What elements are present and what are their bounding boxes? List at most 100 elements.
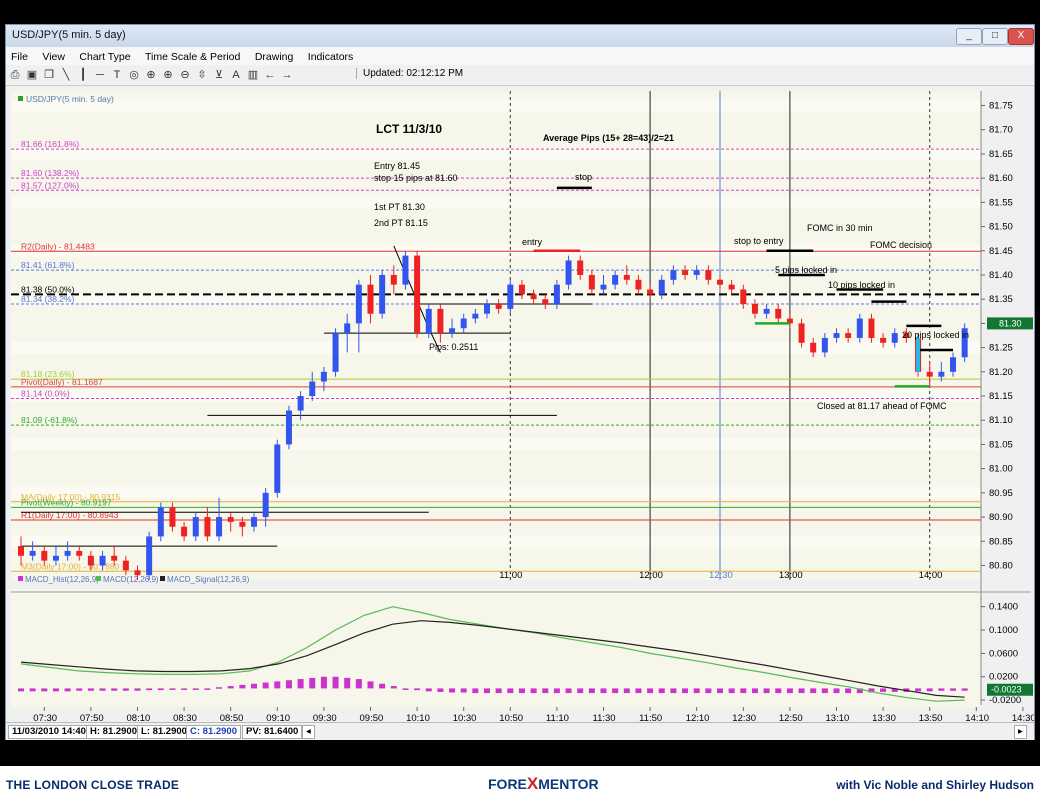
candle-body	[810, 342, 817, 353]
macd-hist-bar	[577, 688, 584, 694]
price-band	[11, 147, 981, 160]
macd-hist-bar	[367, 681, 374, 689]
macd-hist-bar	[600, 688, 607, 694]
macd-hist-bar	[658, 688, 665, 694]
macd-hist-bar	[518, 688, 525, 694]
time-label: 10:10	[406, 713, 430, 722]
candle-body	[717, 279, 723, 285]
macd-legend-swatch	[160, 576, 165, 581]
candle-body	[87, 555, 94, 566]
candle-body	[227, 517, 234, 522]
candle-body	[868, 318, 875, 338]
time-label: 08:50	[220, 713, 244, 722]
macd-hist-bar	[204, 688, 211, 690]
price-band	[11, 196, 981, 209]
average-pips: Average Pips (15+ 28=43)/2=21	[543, 133, 674, 143]
macd-hist-bar	[786, 688, 793, 694]
price-tick-label: 81.50	[989, 222, 1013, 233]
forexmentor-logo: FOREXMENTOR	[488, 774, 599, 794]
macd-hist-bar	[239, 684, 246, 689]
time-label: 11:30	[593, 713, 616, 722]
time-label: 07:30	[33, 713, 57, 722]
macd-hist-bar	[740, 688, 747, 694]
candle-body	[274, 444, 281, 493]
footer-title: THE LONDON CLOSE TRADE	[6, 778, 180, 792]
status-bar: 11/03/2010 14:40:00 H: 81.2900 L: 81.290…	[6, 722, 1034, 740]
candle-body	[775, 308, 782, 319]
logo-part-b: MENTOR	[538, 776, 599, 792]
macd-hist-bar	[798, 688, 805, 694]
candle-body	[600, 284, 607, 290]
macd-hist-bar	[285, 680, 292, 689]
candle-body	[76, 550, 83, 556]
candle-body	[157, 507, 164, 537]
price-tick-label: 81.60	[989, 173, 1013, 184]
fomc-30-label: FOMC in 30 min	[807, 223, 873, 233]
candle-body	[41, 550, 48, 561]
chart-area[interactable]: 81.75 81.70 81.65 81.60 81.55 81.50 81.45 81.40…	[6, 25, 1034, 722]
scroll-left-icon[interactable]: ◂	[302, 725, 315, 739]
candle-body	[740, 289, 747, 305]
candle-body	[588, 274, 595, 290]
macd-hist-bar	[530, 688, 537, 694]
macd-hist-bar	[717, 688, 723, 694]
time-label: 08:10	[127, 713, 151, 722]
candle-body	[285, 410, 292, 445]
current-macd-label: -0.0023	[991, 685, 1022, 695]
macd-hist-bar	[332, 676, 339, 689]
entry-label: entry	[522, 237, 543, 247]
macd-legend-swatch	[96, 576, 101, 581]
price-band	[11, 341, 981, 354]
candle-body	[111, 555, 118, 561]
candle-body	[542, 299, 549, 305]
macd-hist-bar	[484, 688, 490, 694]
price-tick-label: 81.45	[989, 246, 1013, 257]
candle-body	[239, 521, 246, 527]
macd-hist-bar	[344, 677, 351, 689]
scroll-right-icon[interactable]: ▸	[1014, 725, 1027, 739]
candle-body	[332, 333, 339, 372]
status-high: H: 81.2900	[86, 725, 142, 739]
candle-body	[880, 337, 887, 343]
candle-body	[344, 323, 351, 334]
stop-label: stop	[575, 172, 592, 182]
candle-body	[821, 337, 828, 353]
chart-window: USD/JPY(5 min. 5 day) _ □ X File View Ch…	[5, 24, 1035, 740]
price-band	[11, 486, 981, 499]
macd-hist-bar	[507, 688, 514, 694]
macd-hist-bar	[64, 688, 71, 692]
time-label: 09:50	[360, 713, 384, 722]
macd-hist-bar	[938, 688, 945, 691]
legend-main: USD/JPY(5 min. 5 day)	[26, 94, 114, 104]
time-label: 13:30	[872, 713, 896, 722]
candle-body	[530, 294, 537, 300]
price-tick-label: 80.90	[989, 512, 1013, 523]
level-label-fib382: 81.34 (38.2%)	[21, 294, 75, 304]
macd-hist-bar	[565, 688, 572, 694]
candle-body	[623, 274, 630, 280]
stop-note: stop 15 pips at 81.60	[374, 173, 458, 183]
time-label: 07:50	[80, 713, 104, 722]
candle-body	[204, 517, 211, 537]
candle-body	[612, 274, 619, 285]
candle-body	[169, 507, 176, 527]
macd-hist-bar	[355, 679, 362, 689]
macd-hist-bar	[437, 688, 444, 692]
macd-hist-bar	[588, 688, 595, 694]
pips-5-label: 5 pips locked in	[775, 265, 837, 275]
macd-legend-swatch	[18, 576, 23, 581]
time-label: 12:50	[779, 713, 803, 722]
price-band	[11, 99, 981, 112]
price-band	[11, 535, 981, 548]
time-label: 13:50	[919, 713, 943, 722]
time-label: 13:10	[826, 713, 850, 722]
price-tick-label: 81.65	[989, 149, 1013, 160]
level-label-fib1618: 81.66 (161.8%)	[21, 139, 79, 149]
macd-hist-bar	[192, 688, 199, 690]
macd-hist-bar	[181, 688, 188, 690]
candle-body	[216, 517, 223, 537]
macd-tick-label: -0.0200	[989, 695, 1021, 706]
pt1-note: 1st PT 81.30	[374, 202, 425, 212]
macd-hist-bar	[751, 688, 758, 694]
candle-body	[484, 304, 490, 314]
